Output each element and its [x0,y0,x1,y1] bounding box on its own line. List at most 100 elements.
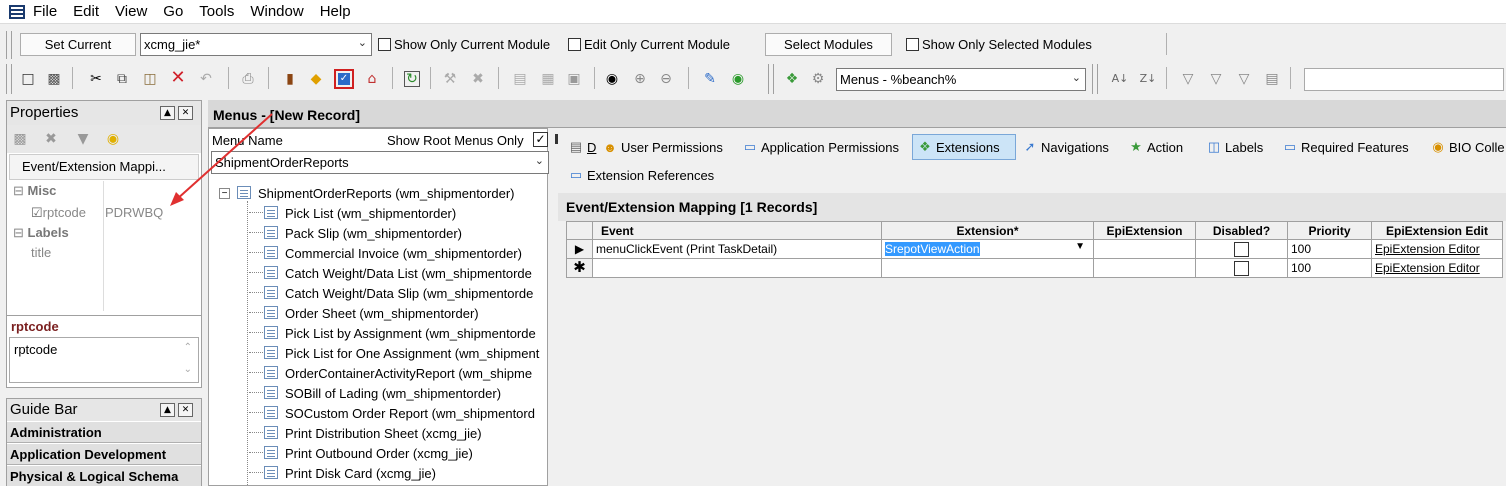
extension-cell[interactable]: SrepotViewAction ▼ [881,239,1094,259]
save-icon[interactable]: ▩ [46,71,62,87]
delete-icon[interactable]: ✕ [170,69,186,87]
sort-asc-icon[interactable]: A↓ [1112,71,1129,87]
menu-help[interactable]: Help [320,3,351,20]
new-icon[interactable]: □ [20,71,36,87]
filter4-icon[interactable]: ▤ [1264,71,1280,87]
misc-section[interactable]: ⊟ Misc [13,183,56,199]
binoculars-icon[interactable]: ◉ [604,71,620,87]
column-header-disabled[interactable]: Disabled? [1195,221,1288,240]
table-row-new[interactable]: ✱ 100 EpiExtension Editor [566,258,1503,278]
collapse-icon[interactable]: − [219,187,230,199]
hammer-icon[interactable]: ⚒ [442,71,458,87]
filter2-icon[interactable]: ▽ [1208,71,1224,87]
tree-item[interactable]: Print Distribution Sheet (xcmg_jie) [249,423,482,443]
panel-close-button[interactable]: ✕ [178,106,193,120]
event-cell[interactable] [592,258,882,278]
title-row[interactable]: title [31,245,51,260]
select-modules-button[interactable]: Select Modules [765,33,892,56]
tree-item[interactable]: Pack Slip (wm_shipmentorder) [249,223,462,243]
menu-go[interactable]: Go [163,3,183,20]
panel-close-button[interactable]: ✕ [178,403,193,417]
image-icon[interactable]: ▣ [566,71,582,87]
tab-extension-references[interactable]: ▭ Extension References [568,162,714,188]
epiextension-cell[interactable] [1093,239,1196,259]
event-cell[interactable]: menuClickEvent (Print TaskDetail) [592,239,882,259]
labels-section[interactable]: ⊟ Labels [13,225,69,241]
rptcode-row[interactable]: ☑rptcode PDRWBQ [31,205,163,221]
guide-item-application-development[interactable]: Application Development [7,443,201,465]
menu-filter-combo[interactable]: Menus - %beanch% ⌄ [836,68,1086,91]
scroll-down-icon[interactable]: ⌄ [184,364,192,375]
tree-item[interactable]: SOCustom Order Report (wm_shipmentord [249,403,535,423]
tree-item[interactable]: OrderContainerActivityReport (wm_shipme [249,363,532,383]
priority-cell[interactable]: 100 [1287,258,1372,278]
tab-extensions[interactable]: ❖ Extensions [912,134,1016,160]
show-root-menus-checkbox[interactable]: ✓ [533,132,548,147]
refresh-icon[interactable]: ↻ [404,71,420,87]
show-only-selected-modules-checkbox[interactable]: Show Only Selected Modules [906,37,1092,52]
tree-item[interactable]: Pick List (wm_shipmentorder) [249,203,456,223]
menu-tools[interactable]: Tools [199,3,234,20]
dropdown-arrow-icon[interactable]: ▼ [1075,241,1085,252]
tree-item[interactable]: SOBill of Lading (wm_shipmentorder) [249,383,501,403]
close-icon[interactable]: ✖ [43,131,59,147]
epiextension-editor-link[interactable]: EpiExtension Editor [1375,242,1480,256]
tree-item[interactable]: Catch Weight/Data Slip (wm_shipmentorde [249,283,533,303]
disabled-cell[interactable] [1195,258,1288,278]
column-header-event[interactable]: Event [592,221,882,240]
table-row[interactable]: ▶ menuClickEvent (Print TaskDetail) Srep… [566,239,1503,259]
undo-icon[interactable]: ↶ [198,71,214,87]
epiextension-cell[interactable] [1093,258,1196,278]
cut-icon[interactable]: ✂ [88,71,104,87]
ribbon-icon[interactable]: ◉ [105,131,121,147]
tab-navigations[interactable]: ➚ Navigations [1022,134,1109,160]
editor-link-cell[interactable]: EpiExtension Editor [1371,239,1503,259]
tab-action[interactable]: ★ Action [1128,134,1183,160]
copy-icon[interactable]: ⧉ [114,71,130,87]
tree-item[interactable]: Commercial Invoice (wm_shipmentorder) [249,243,522,263]
zoom-out-icon[interactable]: ⊖ [658,71,674,87]
search-input[interactable] [1304,68,1504,91]
tree-item[interactable]: Pick List by Assignment (wm_shipmentorde [249,323,536,343]
home-icon[interactable]: ⌂ [364,71,380,87]
grid2-icon[interactable]: ▦ [540,71,556,87]
tab-labels[interactable]: ◫ Labels [1206,134,1263,160]
tree-item[interactable]: Print Disk Card (xcmg_jie) [249,463,436,483]
glasses-icon[interactable]: ◉ [730,71,746,87]
epiextension-editor-link[interactable]: EpiExtension Editor [1375,261,1480,275]
disabled-checkbox[interactable] [1234,260,1249,276]
print-icon[interactable]: ⎙ [240,71,256,87]
toolbar-grip[interactable] [1092,64,1098,94]
tree-item[interactable]: Order Sheet (wm_shipmentorder) [249,303,479,323]
extension-cell[interactable] [881,258,1094,278]
tab-user-permissions[interactable]: ☻ User Permissions [602,134,723,160]
sort-desc-icon[interactable]: Z↓ [1140,71,1157,87]
filter3-icon[interactable]: ▽ [1236,71,1252,87]
edit-only-current-module-checkbox[interactable]: Edit Only Current Module [568,37,730,52]
panel-dropdown-button[interactable]: ▲ [160,403,175,417]
menu-window[interactable]: Window [250,3,303,20]
column-header-epiextension-edit[interactable]: EpiExtension Edit [1371,221,1503,240]
splitter-handle[interactable] [553,130,561,160]
tools-x-icon[interactable]: ✖ [470,71,486,87]
guide-item-administration[interactable]: Administration [7,421,201,443]
menu-edit[interactable]: Edit [73,3,99,20]
tab-bio-collection[interactable]: ◉ BIO Colle [1430,134,1504,160]
book-icon[interactable]: ▮ [282,71,298,87]
tree-item[interactable]: Pick List for One Assignment (wm_shipmen… [249,343,539,363]
toolbar-grip[interactable] [768,64,774,94]
tree-item[interactable]: Print Outbound Order (xcmg_jie) [249,443,473,463]
rptcode-value[interactable]: PDRWBQ [105,205,163,220]
tab-application-permissions[interactable]: ▭ Application Permissions [742,134,899,160]
grid1-icon[interactable]: ▤ [512,71,528,87]
menu-file[interactable]: File [33,3,57,20]
tab-d[interactable]: ▤ D [568,134,597,160]
paste-icon[interactable]: ◫ [142,71,158,87]
column-header-epiextension[interactable]: EpiExtension [1093,221,1196,240]
toolbar-grip[interactable] [6,64,12,94]
guide-item-physical-logical-schema[interactable]: Physical & Logical Schema [7,465,201,486]
priority-cell[interactable]: 100 [1287,239,1372,259]
tree-root[interactable]: − ShipmentOrderReports (wm_shipmentorder… [219,183,514,203]
panel-dropdown-button[interactable]: ▲ [160,106,175,120]
tab-required-features[interactable]: ▭ Required Features [1282,134,1409,160]
